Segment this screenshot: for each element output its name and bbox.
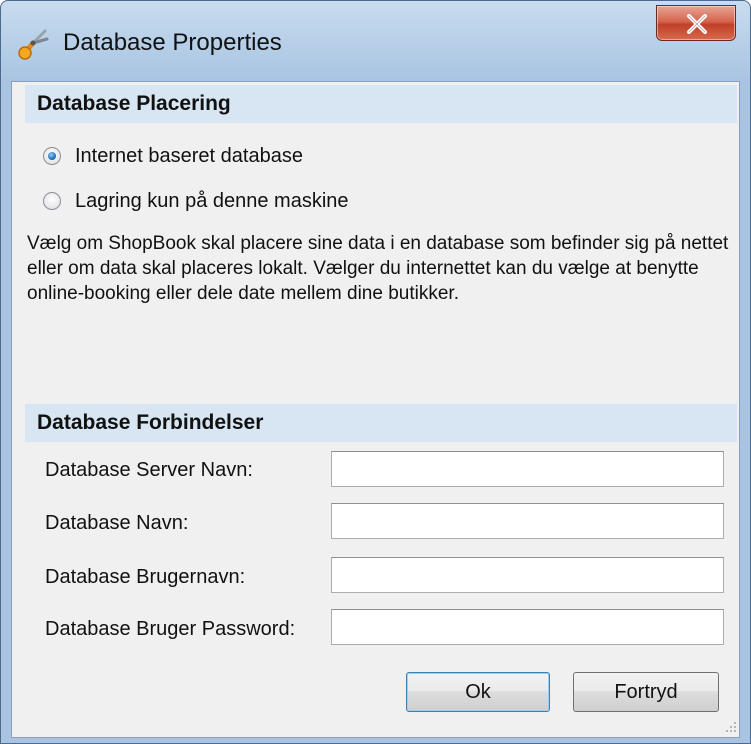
shopbook-app-icon	[17, 27, 51, 61]
radio-button-checked[interactable]	[43, 147, 61, 165]
title-bar[interactable]: Database Properties	[1, 1, 750, 81]
cancel-button[interactable]: Fortryd	[573, 672, 719, 712]
database-name-label: Database Navn:	[45, 512, 189, 534]
ok-button[interactable]: Ok	[406, 672, 550, 712]
resize-grip-icon[interactable]	[723, 719, 737, 733]
server-name-input[interactable]	[331, 451, 724, 487]
window-title: Database Properties	[63, 29, 282, 56]
radio-label-internet: Internet baseret database	[75, 144, 303, 167]
radio-internet-database[interactable]: Internet baseret database	[43, 141, 303, 171]
close-icon	[687, 14, 707, 34]
database-name-input[interactable]	[331, 503, 724, 539]
radio-label-local: Lagring kun på denne maskine	[75, 189, 349, 212]
radio-button-unchecked[interactable]	[43, 192, 61, 210]
placement-section-header: Database Placering	[25, 85, 737, 123]
password-label: Database Bruger Password:	[45, 618, 296, 640]
username-input[interactable]	[331, 557, 724, 593]
password-input[interactable]	[331, 609, 724, 645]
close-button[interactable]	[656, 5, 736, 41]
username-label: Database Brugernavn:	[45, 566, 246, 588]
connections-section-header: Database Forbindelser	[25, 404, 737, 442]
server-name-label: Database Server Navn:	[45, 459, 253, 481]
placement-description: Vælg om ShopBook skal placere sine data …	[27, 233, 729, 304]
dialog-window: Database Properties Database Placering I…	[0, 0, 751, 744]
radio-local-storage[interactable]: Lagring kun på denne maskine	[43, 186, 349, 216]
